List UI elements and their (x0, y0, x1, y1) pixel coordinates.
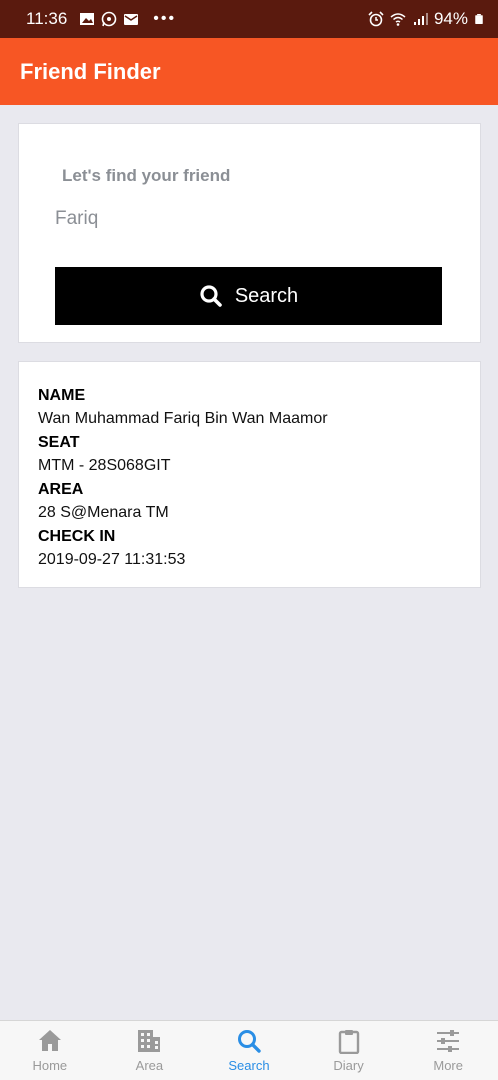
status-right: 94% (368, 9, 484, 29)
nav-label-search: Search (228, 1058, 270, 1073)
search-card: Let's find your friend Search (18, 123, 481, 343)
checkin-label: CHECK IN (38, 528, 116, 545)
nav-label-more: More (433, 1058, 463, 1073)
nav-label-home: Home (32, 1058, 68, 1073)
nav-label-diary: Diary (333, 1058, 364, 1073)
nav-item-area[interactable]: Area (100, 1021, 200, 1080)
alarm-icon (368, 11, 384, 27)
search-button-label: Search (234, 284, 299, 307)
bottom-nav: Home Area Search Diary More (0, 1020, 498, 1080)
mail-icon (124, 14, 139, 25)
more-dots-icon: ••• (153, 10, 177, 27)
seat-value: MTM - 28S068GIT (38, 457, 171, 474)
search-button[interactable]: Search (55, 267, 442, 325)
sliders-icon (437, 1030, 460, 1052)
battery-percent: 94% (433, 9, 468, 28)
nav-label-area: Area (135, 1058, 164, 1073)
result-card: NAME Wan Muhammad Fariq Bin Wan Maamor S… (18, 361, 481, 588)
nav-item-diary[interactable]: Diary (299, 1021, 399, 1080)
search-icon (237, 1030, 261, 1053)
status-time: 11:36 (26, 9, 68, 28)
nav-item-more[interactable]: More (398, 1021, 498, 1080)
seat-label: SEAT (38, 434, 80, 451)
nav-item-search[interactable]: Search (199, 1021, 299, 1080)
search-input[interactable] (55, 202, 445, 236)
building-icon (138, 1030, 161, 1052)
home-icon (38, 1030, 61, 1051)
status-bar: 11:36 ••• 94% (0, 0, 498, 38)
app-bar: Friend Finder (0, 38, 498, 105)
whatsapp-icon (101, 11, 117, 27)
signal-icon (413, 13, 428, 25)
nav-item-home[interactable]: Home (0, 1021, 100, 1080)
app-title: Friend Finder (20, 58, 161, 84)
battery-icon (475, 14, 483, 24)
area-value: 28 S@Menara TM (38, 504, 169, 521)
notification-icons: ••• (79, 10, 176, 28)
wifi-icon (390, 13, 406, 26)
status-left: 11:36 ••• (26, 9, 176, 29)
checkin-value: 2019-09-27 11:31:53 (38, 551, 186, 568)
search-icon (200, 285, 222, 307)
area-label: AREA (38, 481, 84, 498)
image-icon (80, 13, 95, 25)
name-value: Wan Muhammad Fariq Bin Wan Maamor (38, 410, 328, 427)
search-label: Let's find your friend (62, 166, 231, 185)
clipboard-icon (338, 1030, 359, 1054)
name-label: NAME (38, 387, 86, 404)
